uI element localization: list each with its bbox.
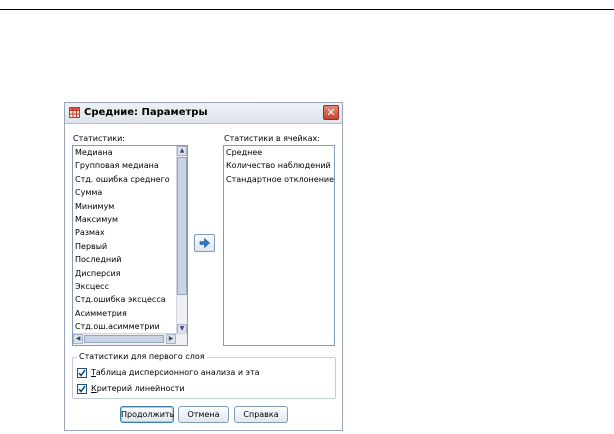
group-title: Статистики для первого слоя <box>77 352 207 361</box>
scroll-thumb[interactable] <box>177 157 187 295</box>
cell-statistics-label: Статистики в ячейках: <box>224 134 320 143</box>
statistics-listbox[interactable]: Медиана Групповая медиана Стд. ошибка сред… <box>72 145 188 346</box>
list-item[interactable]: Групповая медиана <box>73 159 187 172</box>
list-item[interactable]: Минимум <box>73 200 187 213</box>
anova-label: Таблица дисперсионного анализа и эта <box>91 368 260 377</box>
list-item[interactable]: Эксцесс <box>73 280 187 293</box>
close-button[interactable]: ✕ <box>323 105 339 120</box>
title-bar[interactable]: Средние: Параметры ✕ <box>65 103 342 124</box>
close-icon: ✕ <box>326 106 336 119</box>
arrow-right-icon <box>199 238 210 248</box>
top-rule <box>0 9 614 10</box>
anova-checkbox[interactable] <box>77 368 87 378</box>
triangle-right-icon: ▶ <box>168 335 174 342</box>
list-item[interactable]: Последний <box>73 253 187 266</box>
anova-label-text: аблица дисперсионного анализа и эта <box>95 368 260 377</box>
checkmark-icon <box>78 369 86 377</box>
statistics-horizontal-scrollbar[interactable]: ◀ ▶ <box>73 333 187 345</box>
statistics-vertical-scrollbar[interactable]: ▲ ▼ <box>176 146 187 334</box>
statistics-label: Статистики: <box>73 134 125 143</box>
list-item[interactable]: Стандартное отклонение <box>224 173 334 186</box>
list-item[interactable]: Асимметрия <box>73 307 187 320</box>
table-icon <box>69 107 80 118</box>
dialog-title: Средние: Параметры <box>84 107 208 118</box>
cancel-button[interactable]: Отмена <box>178 406 229 423</box>
triangle-left-icon: ◀ <box>75 335 81 342</box>
scroll-right-button[interactable]: ▶ <box>166 334 176 344</box>
cell-statistics-items: Среднее Количество наблюдений Стандартное … <box>224 146 334 345</box>
list-item[interactable]: Стд.ошибка эксцесса <box>73 293 187 306</box>
first-layer-groupbox: Статистики для первого слоя Таблица дисп… <box>72 352 336 399</box>
triangle-down-icon: ▼ <box>179 325 185 332</box>
help-button[interactable]: Справка <box>234 406 288 423</box>
triangle-up-icon: ▲ <box>179 147 185 154</box>
linearity-checkbox[interactable] <box>77 384 87 394</box>
checkmark-icon <box>78 385 86 393</box>
continue-button[interactable]: Продолжить <box>120 406 174 423</box>
list-item[interactable]: Размах <box>73 226 187 239</box>
statistics-items: Медиана Групповая медиана Стд. ошибка сред… <box>73 146 187 345</box>
linearity-label-text: ритерий линейности <box>96 384 185 393</box>
list-item[interactable]: Стд. ошибка среднего <box>73 173 187 186</box>
move-to-cells-button[interactable] <box>194 234 215 252</box>
list-item[interactable]: Максимум <box>73 213 187 226</box>
list-item[interactable]: Количество наблюдений <box>224 159 334 172</box>
scroll-up-button[interactable]: ▲ <box>177 146 187 156</box>
list-item[interactable]: Стд.ош.асимметрии <box>73 320 187 333</box>
linearity-label: Критерий линейности <box>91 384 185 393</box>
list-item[interactable]: Медиана <box>73 146 187 159</box>
list-item[interactable]: Сумма <box>73 186 187 199</box>
scroll-left-button[interactable]: ◀ <box>73 334 83 344</box>
list-item[interactable]: Дисперсия <box>73 267 187 280</box>
list-item[interactable]: Первый <box>73 240 187 253</box>
scrollbar-corner <box>177 334 187 345</box>
means-options-dialog: Средние: Параметры ✕ Статистики: Медиана… <box>64 102 343 431</box>
list-item[interactable]: Среднее <box>224 146 334 159</box>
cell-statistics-listbox[interactable]: Среднее Количество наблюдений Стандартное … <box>223 145 335 346</box>
horizontal-scroll-thumb[interactable] <box>84 335 164 343</box>
